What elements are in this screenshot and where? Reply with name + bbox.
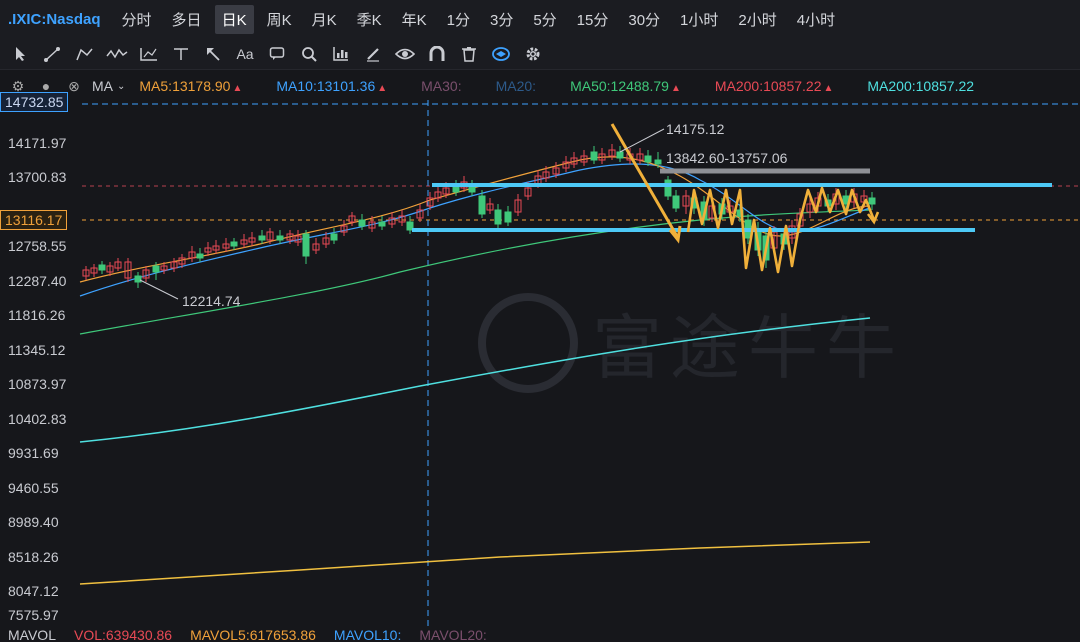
price-axis-label: 8989.40 [8, 514, 59, 530]
high-pointer [619, 128, 665, 153]
candle-body [494, 209, 502, 225]
price-axis-label: 11345.12 [8, 342, 66, 358]
candle-body [590, 151, 598, 161]
price-axis-label: 8047.12 [8, 583, 59, 599]
candle-body [378, 221, 386, 227]
current-price-label: 13116.17 [0, 210, 68, 230]
candle-body [230, 241, 238, 247]
price-axis-label: 9931.69 [8, 445, 59, 461]
candle-body [302, 233, 310, 257]
volume-legend: MAVOL VOL:639430.86 MAVOL5:617653.86 MAVOL1… [0, 628, 1080, 642]
price-axis-label: 14171.97 [8, 135, 67, 151]
candle-body [868, 197, 876, 205]
price-axis-label: 8518.26 [8, 549, 59, 565]
candle-body [616, 151, 624, 159]
candle-body [504, 211, 512, 223]
low-pointer [139, 279, 179, 300]
ma-long-line [79, 541, 871, 585]
volume-legend-item: MAVOL [8, 628, 56, 642]
candle-body [358, 219, 366, 227]
volume-legend-item: VOL:639430.86 [73, 628, 173, 642]
candle-body [654, 159, 662, 165]
candle-body [664, 179, 672, 197]
candle-body [258, 235, 266, 241]
ma5-line [79, 156, 871, 283]
candlestick-chart[interactable]: 富途牛牛14175.1212214.7413842.60-13757.06 [0, 0, 1080, 642]
candle-body [98, 264, 106, 271]
candle-body [152, 265, 160, 273]
candle-body [478, 195, 486, 215]
volume-legend-item: MAVOL5:617653.86 [190, 628, 316, 642]
price-axis-label: 11816.26 [8, 307, 66, 323]
price-axis-label: 9460.55 [8, 480, 59, 496]
candle-body [330, 233, 338, 241]
price-axis-label: 10402.83 [8, 411, 67, 427]
volume-legend-item: MAVOL10: [333, 628, 402, 642]
price-axis-label: 10873.97 [8, 376, 67, 392]
price-axis-label: 7575.97 [8, 607, 59, 623]
high-annotation: 14175.12 [666, 121, 725, 137]
crosshair-price-label: 14732.85 [0, 92, 69, 112]
low-annotation: 12214.74 [182, 293, 241, 309]
price-axis-label: 13700.83 [8, 169, 67, 185]
volume-legend-item: MAVOL20: [419, 628, 487, 642]
candle-body [644, 155, 652, 163]
candle-body [276, 235, 284, 241]
price-axis-label: 12758.55 [8, 238, 67, 254]
candle-body [672, 195, 680, 209]
range-annotation: 13842.60-13757.06 [666, 150, 788, 166]
watermark-logo [478, 293, 578, 393]
candle-body [196, 253, 204, 259]
price-axis-label: 12287.40 [8, 273, 67, 289]
candle-body [134, 275, 142, 283]
